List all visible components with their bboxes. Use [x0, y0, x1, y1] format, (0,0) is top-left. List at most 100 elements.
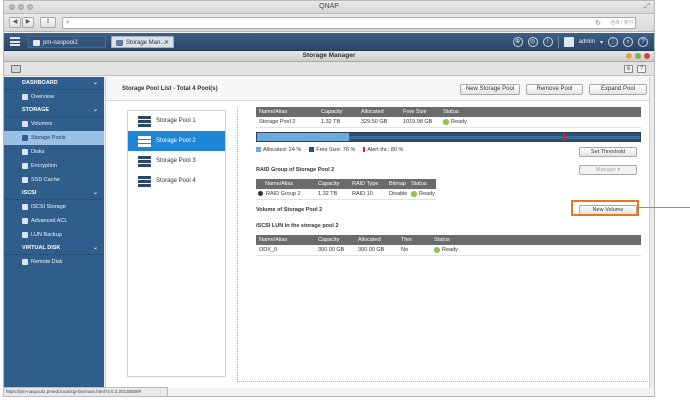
tab-home-label: pm-naspool2: [43, 40, 78, 46]
main-header: Storage Pool List - Total 4 Pool(s) New …: [106, 77, 654, 101]
close-app-button[interactable]: [644, 53, 650, 59]
table-row[interactable]: Storage Pool 2 1.32 TB 329.50 GB 1019.98…: [256, 117, 641, 128]
storage-pool-icon: [138, 116, 151, 127]
sidebar-item-advanced-acl[interactable]: Advanced ACL: [4, 214, 104, 228]
sidebar-item-remote-disk[interactable]: Remote Disk: [4, 255, 104, 269]
pool-list-item-2[interactable]: Storage Pool 2: [128, 131, 225, 151]
tab-home[interactable]: pm-naspool2: [28, 36, 106, 48]
forward-arrow-icon: ▶: [25, 19, 31, 25]
overview-icon: [22, 94, 28, 100]
storage-pool-list: Storage Pool 1 Storage Pool 2 Storage Po…: [127, 110, 226, 377]
options-icon[interactable]: ⋮: [608, 37, 618, 47]
storage-pool-icon: [138, 136, 151, 147]
screen-icon[interactable]: [11, 65, 21, 73]
username-label[interactable]: admin: [579, 39, 595, 45]
main-scrollbar[interactable]: [649, 77, 654, 388]
gear-icon: [22, 218, 28, 224]
chevron-down-icon: ⌄: [92, 80, 98, 86]
main-menu-icon[interactable]: [10, 37, 20, 46]
raid-table-header: Name/Alias Capacity RAID Type Bitmap Sta…: [256, 179, 436, 189]
remove-pool-button[interactable]: Remove Pool: [526, 84, 583, 95]
lun-table: Name/Alias Capacity Allocated Thin Statu…: [256, 235, 641, 256]
storage-pool-icon: [138, 156, 151, 167]
storage-pool-icon: [138, 176, 151, 187]
back-arrow-icon: ◀: [12, 19, 18, 25]
browser-titlebar: QNAP ⤢: [4, 1, 654, 14]
sidebar-section-storage[interactable]: STORAGE ⌄: [4, 104, 104, 117]
sidebar-item-volumes[interactable]: Volumes: [4, 117, 104, 131]
pool-list-item-4[interactable]: Storage Pool 4: [128, 171, 225, 191]
allocated-fill: [257, 133, 349, 141]
sidebar-item-iscsi-storage[interactable]: iSCSI Storage: [4, 200, 104, 214]
sidebar-item-lun-backup[interactable]: LUN Backup: [4, 228, 104, 242]
sidebar-item-overview[interactable]: Overview: [4, 90, 104, 104]
maximize-app-button[interactable]: [635, 53, 641, 59]
ready-check-icon: ✓: [411, 190, 417, 197]
expand-pool-button[interactable]: Expand Pool: [589, 84, 647, 95]
app-toolbar: ⚙ ?: [4, 62, 654, 76]
forward-button[interactable]: ▶: [22, 17, 34, 28]
ssd-cache-icon: [22, 177, 28, 183]
app-titlebar: Storage Manager: [4, 51, 654, 62]
sidebar-item-disks[interactable]: Disks: [4, 145, 104, 159]
radio-button[interactable]: [258, 191, 263, 197]
legend-allocated: Allocated: 24 %: [256, 147, 301, 153]
legend-alert: Alert thr.: 80 %: [363, 147, 403, 153]
volume-section-title: Volume of Storage Pool 2: [256, 207, 323, 213]
raid-group-table: Name/Alias Capacity RAID Type Bitmap Sta…: [256, 179, 436, 200]
qnap-toolbar-icons: ⊕ ◎ ! admin ▾ ⋮ ⌕ ?: [512, 36, 648, 48]
sidebar-item-ssd-cache[interactable]: SSD Cache: [4, 173, 104, 187]
legend-swatch: [309, 147, 315, 153]
backup-icon: [22, 232, 28, 238]
user-menu-chevron-icon[interactable]: ▾: [600, 39, 603, 46]
manage-button[interactable]: Manage ▾: [579, 165, 637, 175]
callout-line: [639, 207, 690, 208]
ready-check-icon: ✓: [434, 246, 440, 253]
new-storage-pool-button[interactable]: New Storage Pool: [460, 84, 520, 95]
qnap-top-bar: pm-naspool2 Storage Man... ✕ ⊕ ◎ ! admin…: [4, 33, 654, 51]
set-threshold-button[interactable]: Set Threshold: [579, 147, 637, 157]
pool-list-item-1[interactable]: Storage Pool 1: [128, 111, 225, 131]
divider: [237, 107, 238, 382]
remote-disk-icon: [22, 259, 28, 265]
fullscreen-icon[interactable]: ⤢: [644, 3, 650, 11]
help-icon[interactable]: ?: [637, 65, 646, 73]
address-bar[interactable]: ⌕ ↻ 검색 / 찾기: [62, 17, 636, 29]
table-row[interactable]: RAID Group 2 1.32 TB RAID 10 Disable ✓ Re…: [256, 189, 436, 200]
search-icon: ⌕: [66, 19, 70, 26]
back-button[interactable]: ◀: [9, 17, 21, 28]
sidebar-section-iscsi[interactable]: iSCSI ⌄: [4, 187, 104, 200]
legend-free: Free Size: 76 %: [309, 147, 355, 153]
legend-swatch: [256, 147, 261, 153]
share-icon: ⇪: [45, 19, 51, 25]
share-button[interactable]: ⇪: [40, 17, 56, 28]
reload-icon[interactable]: ↻: [595, 19, 601, 27]
lun-table-header: Name/Alias Capacity Allocated Thin Statu…: [256, 235, 641, 245]
home-icon: [33, 40, 40, 46]
app-title: Storage Manager: [302, 52, 356, 59]
minimize-app-button[interactable]: [626, 53, 632, 59]
search-icon[interactable]: ⌕: [623, 37, 633, 47]
user-avatar-icon[interactable]: [563, 37, 574, 47]
external-device-icon[interactable]: ◎: [527, 37, 538, 47]
sidebar-item-encryption[interactable]: Encryption: [4, 159, 104, 173]
browser-search-field[interactable]: 검색 / 찾기: [603, 19, 633, 27]
usage-legend: Allocated: 24 % Free Size: 76 % Alert th…: [256, 147, 403, 153]
sidebar-section-dashboard[interactable]: DASHBOARD ⌄: [4, 77, 104, 90]
pool-usage-bar: [256, 132, 641, 142]
divider: [237, 381, 648, 382]
tab-storage-manager[interactable]: Storage Man... ✕: [111, 36, 174, 48]
background-tasks-icon[interactable]: ⊕: [512, 37, 523, 47]
event-notification-icon[interactable]: !: [542, 37, 553, 47]
legend-swatch: [363, 147, 366, 153]
sidebar-item-storage-pools[interactable]: Storage Pools: [4, 131, 104, 145]
help-icon[interactable]: ?: [638, 37, 648, 47]
ready-check-icon: ✓: [443, 118, 449, 125]
settings-icon[interactable]: ⚙: [624, 65, 633, 73]
table-row[interactable]: ODX_0 300.00 GB 300.00 GB No ✓ Ready: [256, 245, 641, 256]
alert-threshold-marker: [563, 133, 566, 141]
chevron-down-icon: ⌄: [92, 245, 98, 251]
pool-list-item-3[interactable]: Storage Pool 3: [128, 151, 225, 171]
sidebar-section-virtual-disk[interactable]: VIRTUAL DISK ⌄: [4, 242, 104, 255]
close-tab-icon[interactable]: ✕: [164, 37, 169, 49]
